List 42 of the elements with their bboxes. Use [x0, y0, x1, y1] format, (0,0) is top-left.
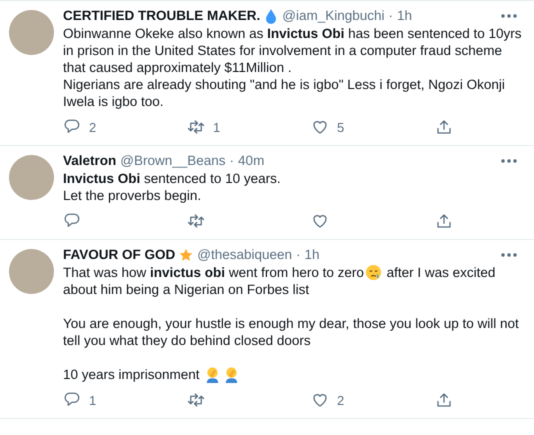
retweet-icon[interactable]	[187, 118, 205, 136]
user-name[interactable]: Valetron	[63, 152, 116, 170]
reply-count: 1	[89, 392, 96, 408]
star-icon	[179, 247, 194, 263]
separator-dot: ·	[388, 7, 394, 25]
timestamp[interactable]: 40m	[238, 152, 264, 170]
water-drop-icon	[264, 8, 278, 24]
heart-icon[interactable]	[311, 212, 329, 230]
like-count: 5	[337, 120, 344, 134]
tweet-text: You are enough, your hustle is enough my dear, those you look up to will not tell you what they do behind closed doors	[63, 315, 520, 349]
share-icon[interactable]	[435, 118, 453, 136]
separator-dot: ·	[296, 246, 301, 264]
tweet-text: Obinwanne Okeke also known as Invictus Obi has been sentenced to 10yrs in prison in the United States for involvement in a computer fraud scheme that caused approximately $11Million .	[63, 25, 523, 76]
share-icon[interactable]	[435, 391, 453, 409]
tweet-text: 10 years imprisonment	[63, 366, 523, 383]
tweet-text: Let the proverbs begin.	[63, 187, 202, 204]
user-name[interactable]: CERTIFIED TROUBLE MAKER.	[63, 7, 260, 25]
reply-icon[interactable]	[63, 391, 81, 409]
user-name[interactable]: FAVOUR OF GOD	[63, 246, 176, 264]
more-options-icon[interactable]	[500, 252, 518, 258]
heart-icon[interactable]	[311, 118, 329, 136]
tweet-text: Nigerians are already shouting "and he is igbo" Less i forget, Ngozi Okonji Iwela is igbo too.	[63, 76, 506, 110]
timestamp[interactable]: 1h	[397, 7, 412, 25]
reply-icon[interactable]	[63, 118, 81, 136]
tweet-text: Invictus Obi sentenced to 10 years.	[63, 170, 282, 187]
sad-face-icon	[364, 264, 382, 281]
retweet-count: 1	[213, 120, 220, 134]
user-handle[interactable]: @iam_Kingbuchi	[282, 7, 385, 25]
reply-count: 2	[89, 120, 96, 134]
separator-dot: ·	[230, 152, 234, 170]
like-count: 2	[337, 392, 344, 408]
reply-icon[interactable]	[63, 212, 81, 230]
heart-icon[interactable]	[311, 391, 329, 409]
user-handle[interactable]: @Brown__Beans	[120, 152, 226, 170]
tweet-text: That was how invictus obi went from hero to zero after I was excited about him being a Nigerian on Forbes list	[63, 264, 496, 298]
retweet-icon[interactable]	[187, 391, 205, 409]
share-icon[interactable]	[435, 212, 453, 230]
retweet-icon[interactable]	[187, 212, 205, 230]
more-options-icon[interactable]	[500, 158, 518, 164]
user-handle[interactable]: @thesabiqueen	[197, 246, 292, 264]
more-options-icon[interactable]	[500, 13, 518, 19]
timestamp[interactable]: 1h	[304, 246, 320, 264]
